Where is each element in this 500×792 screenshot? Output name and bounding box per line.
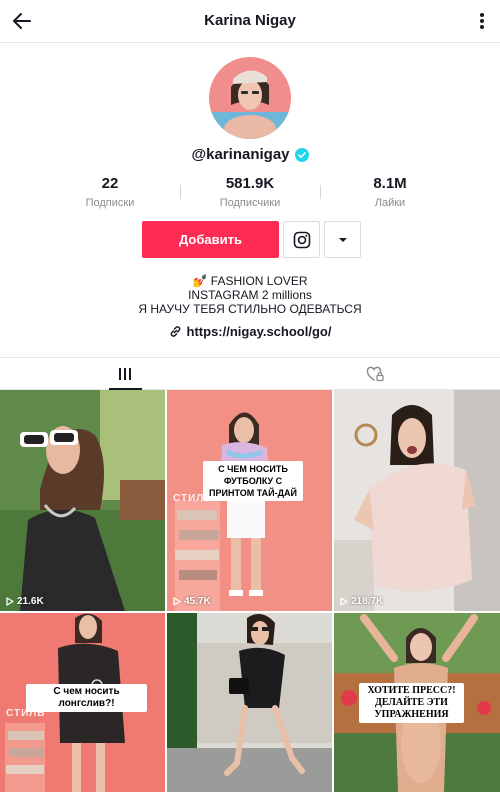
play-icon [6, 597, 14, 606]
video-view-count-text: 45.7K [184, 596, 211, 607]
more-options-button[interactable] [324, 221, 361, 258]
play-icon [173, 597, 181, 606]
video-thumbnail[interactable]: С ЧЕМ НОСИТЬ ФУТБОЛКУ С ПРИНТОМ ТАЙ-ДАЙ … [167, 390, 332, 611]
stat-followers[interactable]: 581.9K Подписчики [180, 175, 320, 215]
tab-liked[interactable] [345, 358, 405, 390]
heart-lock-icon [366, 366, 384, 382]
video-thumbnail[interactable]: 218.7K [334, 390, 500, 611]
video-thumbnail[interactable]: С чем носить лонгслив?! СТИЛЬ [0, 613, 165, 792]
verified-badge-icon [294, 147, 309, 162]
profile-link[interactable]: https://nigay.school/go/ [0, 324, 500, 339]
stat-likes-label: Лайки [374, 197, 406, 209]
video-thumbnail[interactable] [167, 613, 332, 792]
profile-bio: 💅 FASHION LOVER INSTAGRAM 2 millions Я Н… [0, 274, 500, 316]
bio-line-1: 💅 FASHION LOVER [192, 274, 308, 288]
profile-stats: 22 Подписки 581.9K Подписчики 8.1M Лайки [0, 175, 500, 215]
instagram-button[interactable] [283, 221, 320, 258]
grid-bars-icon [119, 368, 131, 380]
more-vertical-icon[interactable] [476, 9, 488, 33]
stat-followers-label: Подписчики [219, 197, 281, 209]
stat-followers-count: 581.9K [225, 175, 275, 192]
add-button[interactable]: Добавить [142, 221, 279, 258]
top-bar: Karina Nigay [0, 0, 500, 43]
video-view-count-text: 218.7K [351, 596, 384, 607]
stat-likes[interactable]: 8.1M Лайки [320, 175, 460, 215]
video-view-count: 21.6K [6, 596, 44, 607]
video-view-count: 218.7K [340, 596, 383, 607]
video-stamp: СТИЛЬ [173, 493, 213, 504]
video-stamp: СТИЛЬ [6, 708, 46, 719]
video-thumbnail-image [167, 613, 332, 792]
profile-actions: Добавить [142, 221, 361, 258]
profile-handle-row: @karinanigay [0, 146, 500, 163]
stat-following-count: 22 [101, 175, 119, 192]
play-icon [340, 597, 348, 606]
caret-down-icon [338, 237, 347, 242]
content-tabs [0, 357, 500, 390]
profile-handle: @karinanigay [191, 146, 290, 163]
page-title: Karina Nigay [204, 12, 296, 29]
video-grid: 21.6K С ЧЕМ НОСИТЬ ФУТБОЛКУ С ПРИНТОМ ТА… [0, 390, 500, 792]
bio-line-3: Я НАУЧУ ТЕБЯ СТИЛЬНО ОДЕВАТЬСЯ [138, 302, 362, 316]
bio-line-2: INSTAGRAM 2 millions [188, 288, 312, 302]
video-thumbnail[interactable]: ХОТИТЕ ПРЕСС?! ДЕЛАЙТЕ ЭТИ УПРАЖНЕНИЯ [334, 613, 500, 792]
profile-link-text: https://nigay.school/go/ [186, 324, 332, 339]
avatar[interactable] [209, 57, 291, 139]
video-caption: ХОТИТЕ ПРЕСС?! ДЕЛАЙТЕ ЭТИ УПРАЖНЕНИЯ [359, 683, 464, 723]
video-thumbnail[interactable]: 21.6K [0, 390, 165, 611]
stat-following[interactable]: 22 Подписки [40, 175, 180, 215]
video-thumbnail-image [0, 390, 165, 611]
stat-likes-count: 8.1M [373, 175, 407, 192]
video-caption: С ЧЕМ НОСИТЬ ФУТБОЛКУ С ПРИНТОМ ТАЙ-ДАЙ [203, 461, 303, 501]
tab-videos[interactable] [95, 358, 155, 390]
video-view-count-text: 21.6K [17, 596, 44, 607]
instagram-icon [293, 231, 310, 248]
video-thumbnail-image [334, 390, 500, 611]
link-icon [170, 326, 180, 337]
video-view-count: 45.7K [173, 596, 211, 607]
stat-following-label: Подписки [85, 197, 135, 209]
